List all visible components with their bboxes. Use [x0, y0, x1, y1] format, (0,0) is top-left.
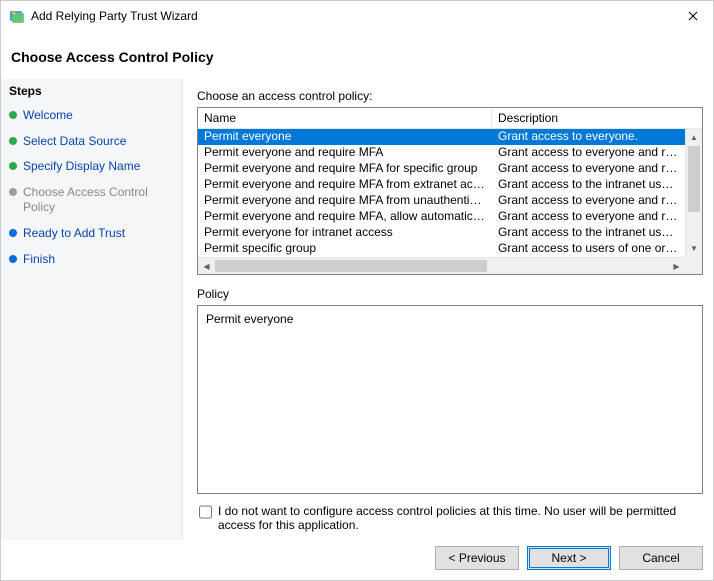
vertical-scrollbar[interactable]: ▲ ▼ [685, 129, 702, 257]
steps-title: Steps [1, 79, 182, 103]
policy-description: Grant access to users of one or more [492, 241, 685, 257]
scroll-right-icon[interactable]: ▶ [668, 258, 685, 274]
step-label: Finish [23, 252, 55, 268]
step-bullet-icon [9, 137, 17, 145]
step-label: Choose Access Control Policy [23, 185, 174, 216]
steps-panel: Steps Welcome Select Data Source Specify… [1, 79, 183, 540]
policy-name: Permit everyone [198, 129, 492, 145]
scroll-thumb[interactable] [215, 260, 487, 272]
scroll-up-icon[interactable]: ▲ [686, 129, 702, 146]
policy-description: Grant access to everyone and requir [492, 145, 685, 161]
policy-description: Grant access to everyone. [492, 129, 685, 145]
wizard-body: Steps Welcome Select Data Source Specify… [1, 79, 713, 540]
close-button[interactable] [673, 1, 713, 31]
policy-name: Permit everyone and require MFA for spec… [198, 161, 492, 177]
step-bullet-icon [9, 111, 17, 119]
policy-row[interactable]: Permit everyone Grant access to everyone… [198, 129, 685, 145]
skip-config-label: I do not want to configure access contro… [218, 504, 701, 532]
titlebar: Add Relying Party Trust Wizard [1, 1, 713, 31]
policy-description: Grant access to everyone and requir [492, 209, 685, 225]
policy-row[interactable]: Permit specific group Grant access to us… [198, 241, 685, 257]
horizontal-scrollbar[interactable]: ◀ ▶ [198, 257, 685, 274]
policy-row[interactable]: Permit everyone and require MFA, allow a… [198, 209, 685, 225]
scroll-left-icon[interactable]: ◀ [198, 258, 215, 274]
step-select-data-source[interactable]: Select Data Source [1, 129, 182, 155]
policy-name: Permit everyone and require MFA from ext… [198, 177, 492, 193]
step-finish[interactable]: Finish [1, 247, 182, 273]
policy-name: Permit everyone and require MFA [198, 145, 492, 161]
step-label: Specify Display Name [23, 159, 140, 175]
policy-description: Grant access to the intranet users an [492, 177, 685, 193]
step-bullet-icon [9, 162, 17, 170]
step-label: Select Data Source [23, 134, 126, 150]
step-label: Ready to Add Trust [23, 226, 125, 242]
scroll-corner [685, 257, 702, 274]
step-bullet-icon [9, 188, 17, 196]
column-header-name[interactable]: Name [198, 108, 492, 128]
policy-row[interactable]: Permit everyone and require MFA from ext… [198, 177, 685, 193]
policy-description: Grant access to everyone and requir [492, 161, 685, 177]
next-button[interactable]: Next > [527, 546, 611, 570]
step-ready-to-add-trust[interactable]: Ready to Add Trust [1, 221, 182, 247]
policy-list: Name Description Permit everyone Grant a… [197, 107, 703, 275]
policy-preview-label: Policy [197, 275, 703, 305]
policy-name: Permit everyone and require MFA from una… [198, 193, 492, 209]
policy-row[interactable]: Permit everyone and require MFA from una… [198, 193, 685, 209]
cancel-button[interactable]: Cancel [619, 546, 703, 570]
scroll-thumb[interactable] [688, 146, 700, 212]
policy-preview-text: Permit everyone [206, 312, 293, 326]
policy-description: Grant access to the intranet users. [492, 225, 685, 241]
policy-preview: Permit everyone [197, 305, 703, 494]
policy-list-body: Permit everyone Grant access to everyone… [198, 129, 702, 274]
policy-row[interactable]: Permit everyone and require MFA for spec… [198, 161, 685, 177]
step-bullet-icon [9, 229, 17, 237]
step-label: Welcome [23, 108, 73, 124]
content-panel: Choose an access control policy: Name De… [183, 79, 713, 540]
step-welcome[interactable]: Welcome [1, 103, 182, 129]
previous-button[interactable]: < Previous [435, 546, 519, 570]
column-header-description[interactable]: Description [492, 108, 702, 128]
scroll-track[interactable] [686, 146, 702, 240]
step-choose-access-control-policy: Choose Access Control Policy [1, 180, 182, 221]
policy-name: Permit everyone and require MFA, allow a… [198, 209, 492, 225]
step-specify-display-name[interactable]: Specify Display Name [1, 154, 182, 180]
policy-row[interactable]: Permit everyone and require MFA Grant ac… [198, 145, 685, 161]
choose-policy-label: Choose an access control policy: [197, 85, 703, 107]
wizard-window: Add Relying Party Trust Wizard Choose Ac… [0, 0, 714, 581]
skip-config-row[interactable]: I do not want to configure access contro… [197, 494, 703, 540]
scroll-down-icon[interactable]: ▼ [686, 240, 702, 257]
step-bullet-icon [9, 255, 17, 263]
policy-name: Permit specific group [198, 241, 492, 257]
page-heading: Choose Access Control Policy [1, 31, 713, 79]
skip-config-checkbox[interactable] [199, 505, 212, 519]
window-title: Add Relying Party Trust Wizard [31, 9, 198, 23]
button-row: < Previous Next > Cancel [1, 540, 713, 580]
policy-list-header: Name Description [198, 108, 702, 129]
scroll-track[interactable] [215, 258, 668, 274]
app-icon [9, 8, 25, 24]
policy-row[interactable]: Permit everyone for intranet access Gran… [198, 225, 685, 241]
policy-name: Permit everyone for intranet access [198, 225, 492, 241]
policy-description: Grant access to everyone and requir [492, 193, 685, 209]
